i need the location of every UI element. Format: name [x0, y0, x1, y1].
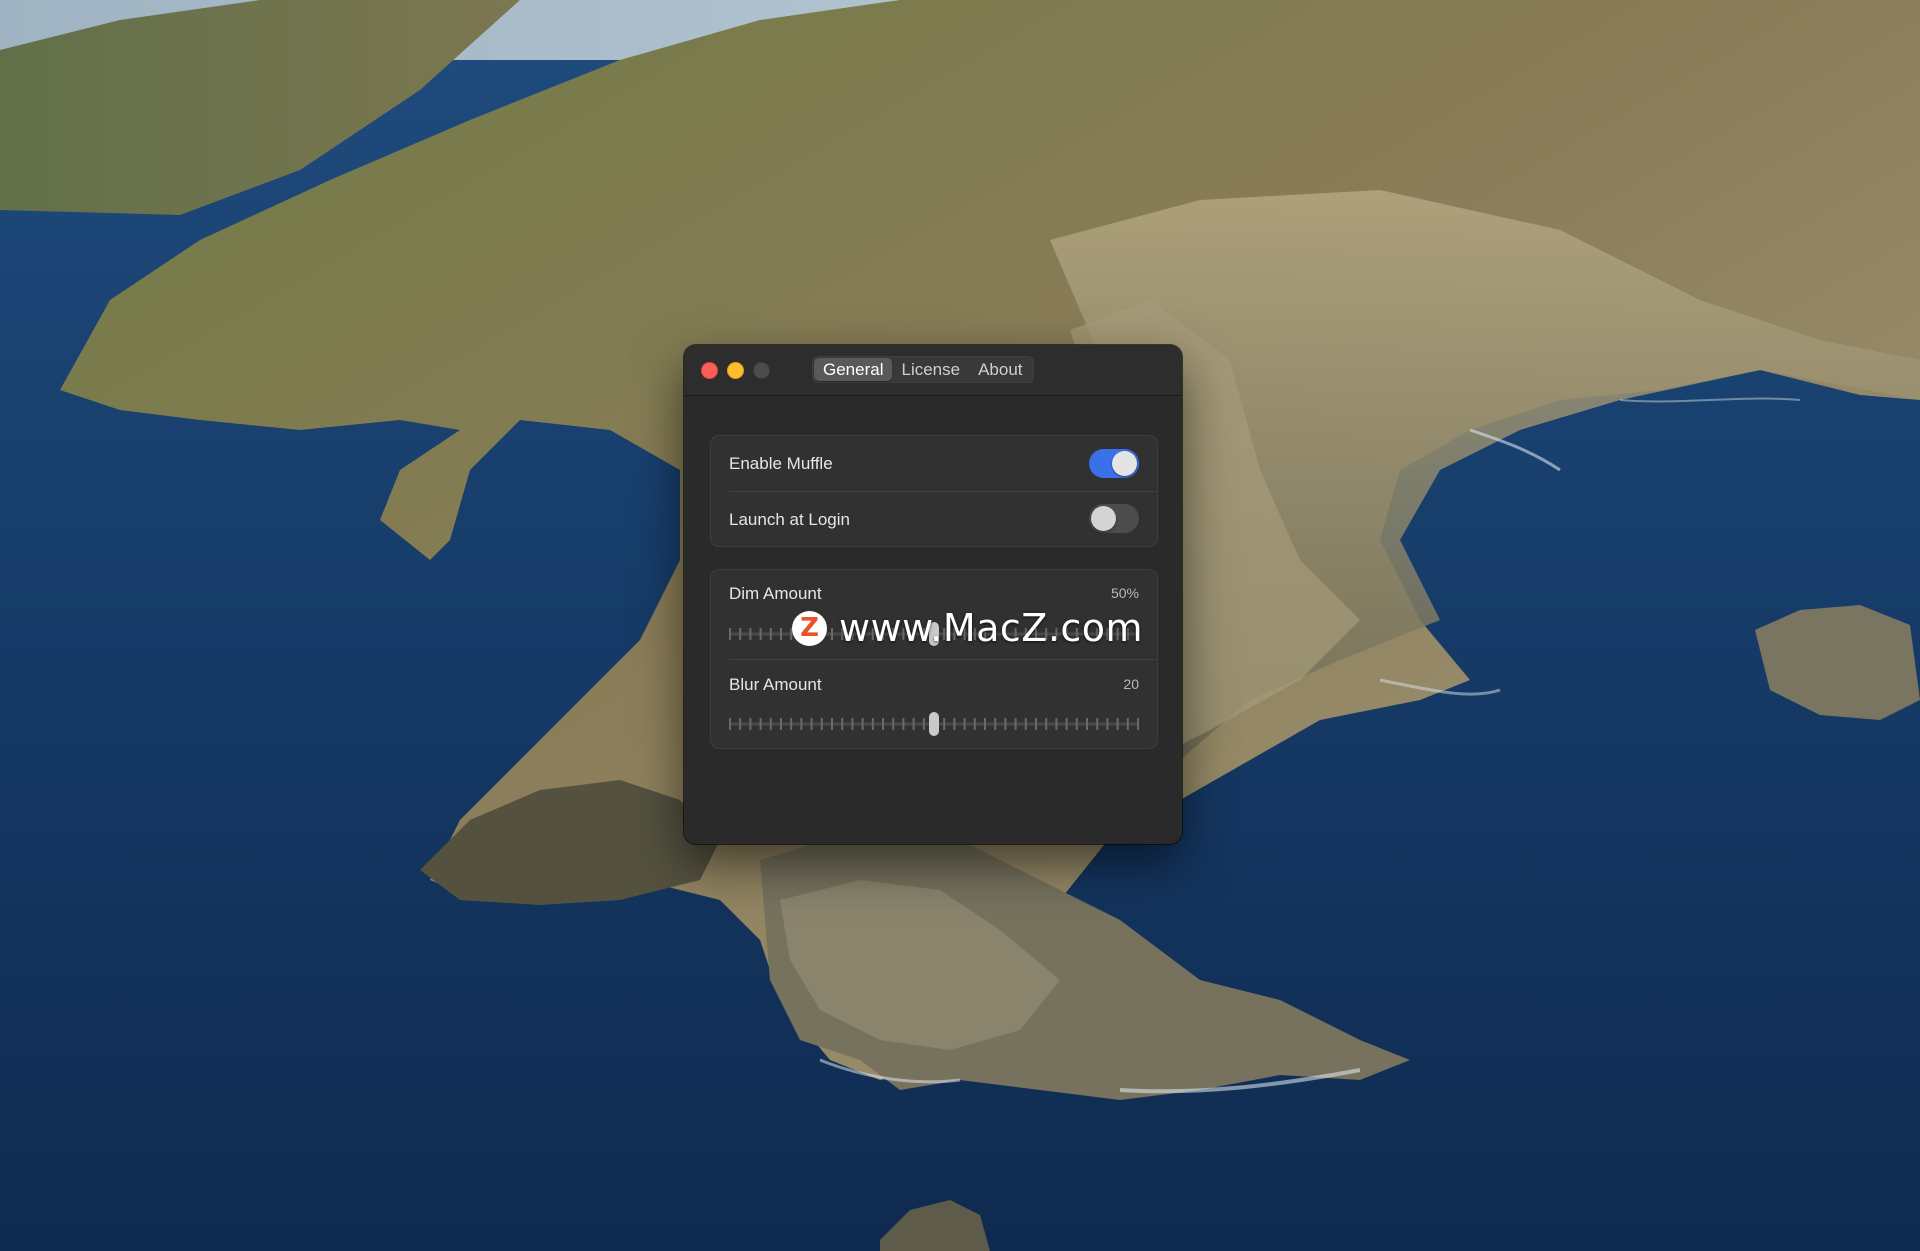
- minimize-traffic-light[interactable]: [727, 362, 744, 379]
- tab-about[interactable]: About: [969, 358, 1031, 381]
- toggle-knob: [1112, 451, 1137, 476]
- preferences-window: General License About Enable Muffle Laun…: [684, 345, 1182, 844]
- sliders-group: Dim Amount 50% Blur Amount 20: [710, 569, 1158, 749]
- z-logo-icon: Z: [792, 610, 827, 646]
- watermark: Z www.MacZ.com: [792, 603, 1143, 653]
- slider-knob: [929, 712, 939, 736]
- launch-at-login-row: Launch at Login: [711, 492, 1157, 546]
- enable-muffle-row: Enable Muffle: [711, 436, 1157, 491]
- toggles-group: Enable Muffle Launch at Login: [710, 435, 1158, 547]
- blur-amount-row: Blur Amount 20: [711, 660, 1157, 748]
- zoom-traffic-light: [753, 362, 770, 379]
- titlebar: General License About: [684, 345, 1182, 396]
- dim-amount-label: Dim Amount: [729, 584, 822, 603]
- blur-amount-label: Blur Amount: [729, 675, 822, 694]
- tab-bar: General License About: [812, 356, 1034, 383]
- close-traffic-light[interactable]: [701, 362, 718, 379]
- tab-general[interactable]: General: [814, 358, 893, 381]
- watermark-text: www.MacZ.com: [839, 606, 1144, 650]
- enable-muffle-label: Enable Muffle: [729, 454, 833, 473]
- blur-amount-slider[interactable]: [729, 712, 1139, 736]
- toggle-knob: [1091, 506, 1116, 531]
- tab-license[interactable]: License: [892, 358, 969, 381]
- launch-at-login-label: Launch at Login: [729, 510, 850, 529]
- blur-amount-value: 20: [1123, 676, 1139, 692]
- slider-track: [729, 712, 1139, 736]
- launch-at-login-toggle[interactable]: [1089, 504, 1139, 533]
- dim-amount-value: 50%: [1110, 585, 1139, 601]
- enable-muffle-toggle[interactable]: [1089, 449, 1139, 478]
